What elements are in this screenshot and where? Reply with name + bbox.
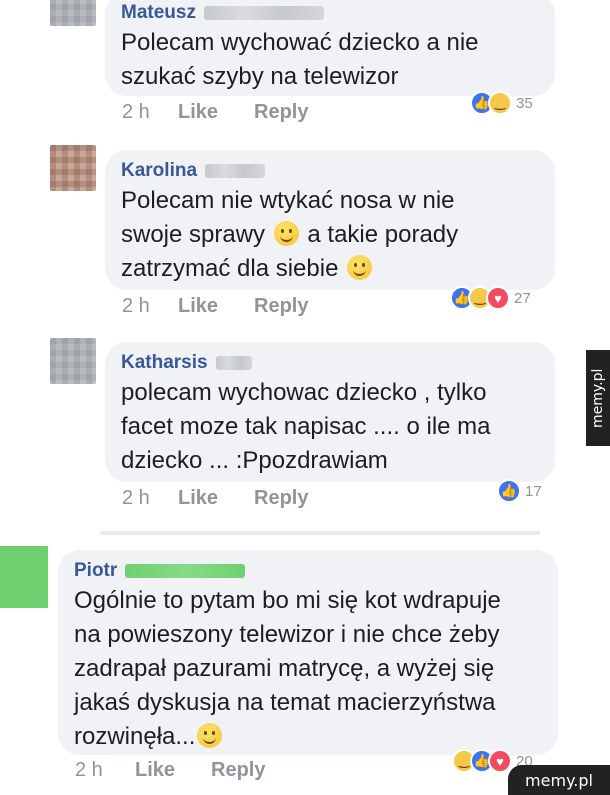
comment-actions: 2 h Like Reply [122, 295, 308, 318]
comment-bubble: Katharsis polecam wychowac dziecko , tyl… [105, 342, 555, 482]
like-button[interactable]: Like [135, 759, 211, 782]
reaction-count: 35 [516, 94, 533, 112]
author-name[interactable]: Mateusz [121, 2, 196, 24]
author-name[interactable]: Piotr [74, 560, 117, 582]
like-button[interactable]: Like [178, 101, 254, 124]
reply-button[interactable]: Reply [211, 759, 265, 782]
redacted-surname [203, 6, 324, 20]
love-icon: ♥ [486, 286, 510, 310]
avatar[interactable] [50, 338, 96, 384]
reaction-summary[interactable]: 👍 ‿ 35 [470, 90, 533, 116]
divider [100, 531, 540, 535]
avatar[interactable] [0, 546, 48, 608]
comment-bubble: Piotr Ogólnie to pytam bo mi się kot wdr… [58, 550, 558, 755]
reply-button[interactable]: Reply [254, 101, 308, 124]
comment-text: Ogólnie to pytam bo mi się kot wdrapuje … [74, 587, 501, 750]
redacted-surname [215, 356, 252, 370]
love-icon: ♥ [488, 749, 512, 773]
reaction-summary[interactable]: 👍 ‿ ♥ 27 [450, 285, 531, 311]
avatar[interactable] [50, 145, 96, 191]
watermark-corner: memy.pl [508, 765, 610, 795]
like-button[interactable]: Like [178, 295, 254, 318]
timestamp[interactable]: 2 h [122, 295, 178, 318]
redacted-surname [205, 164, 266, 178]
comment-bubble: Karolina Polecam nie wtykać nosa w nie s… [105, 150, 555, 290]
timestamp[interactable]: 2 h [122, 487, 178, 510]
comment-text: Polecam nie wtykać nosa w nie swoje spra… [121, 187, 459, 282]
reaction-count: 17 [525, 482, 542, 500]
like-icon: 👍 [497, 479, 521, 503]
reply-button[interactable]: Reply [254, 487, 308, 510]
comment-text: Polecam wychować dziecko a nie szukać sz… [121, 29, 479, 90]
avatar[interactable] [50, 0, 96, 26]
comment-actions: 2 h Like Reply [75, 759, 265, 782]
timestamp[interactable]: 2 h [75, 759, 135, 782]
comment-bubble: Mateusz Polecam wychować dziecko a nie s… [105, 0, 555, 96]
author-name[interactable]: Karolina [121, 160, 197, 182]
blush-emoji-icon [197, 723, 223, 748]
reaction-count: 27 [514, 289, 531, 307]
watermark-side: memy.pl [586, 350, 610, 446]
timestamp[interactable]: 2 h [122, 101, 178, 124]
redacted-surname [125, 564, 246, 578]
wink-emoji-icon [347, 255, 373, 280]
smile-emoji-icon [273, 221, 299, 246]
reply-button[interactable]: Reply [254, 295, 308, 318]
reaction-summary[interactable]: 👍 17 [497, 478, 542, 504]
comment-actions: 2 h Like Reply [122, 487, 308, 510]
haha-icon: ‿ [488, 91, 512, 115]
like-button[interactable]: Like [178, 487, 254, 510]
comment-text: polecam wychowac dziecko , tylko facet m… [121, 379, 491, 474]
comment-actions: 2 h Like Reply [122, 101, 308, 124]
author-name[interactable]: Katharsis [121, 352, 208, 374]
